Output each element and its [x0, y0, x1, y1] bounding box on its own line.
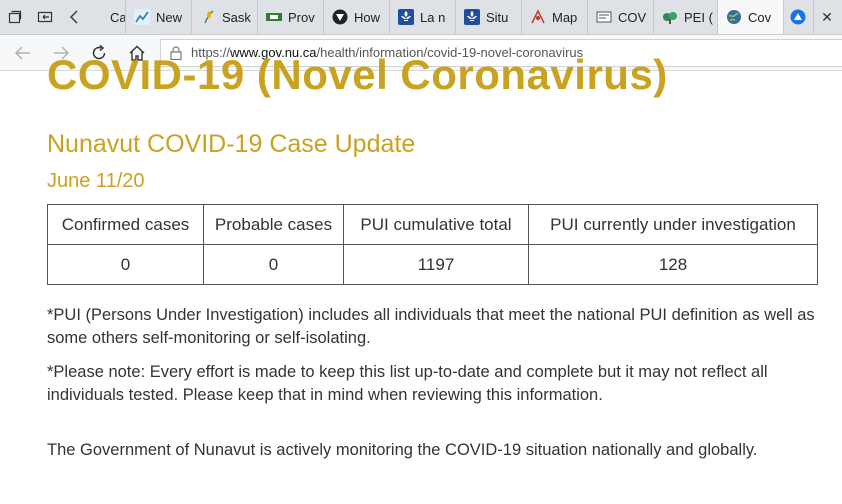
close-icon[interactable]: ✕ [814, 0, 840, 34]
tab-label: COV [618, 9, 647, 25]
page-title: COVID-19 (Novel Coronavirus) [47, 51, 668, 98]
chart-icon [134, 9, 150, 25]
globe-icon [726, 9, 742, 25]
column-header: PUI cumulative total [343, 204, 529, 245]
table-cell: 1197 [343, 244, 529, 285]
update-date: June 11/20 [47, 170, 145, 192]
tab-label: How [354, 9, 381, 25]
tab-actions-icon[interactable] [0, 0, 30, 34]
tab-label: Sask [222, 9, 251, 25]
browser-tab[interactable]: Cov [718, 0, 784, 34]
browser-tab[interactable]: Sask [192, 0, 258, 34]
table-row: 0 0 1197 128 [47, 244, 818, 285]
browser-tab[interactable]: PEI ( [654, 0, 718, 34]
table-cell: 0 [47, 244, 204, 285]
nunavut-logo-icon [790, 9, 806, 25]
flag-icon [266, 9, 282, 25]
case-table: Confirmed cases Probable cases PUI cumul… [47, 204, 818, 285]
tab-strip: Case New Sask Prov How La n Situ Map COV… [0, 0, 842, 35]
tab-label: Map [552, 9, 578, 25]
tab-label: New [156, 9, 183, 25]
wheat-icon [200, 9, 216, 25]
fleur-de-lis-icon [398, 9, 414, 25]
browser-tab[interactable]: Situ [456, 0, 522, 34]
monitoring-note: The Government of Nunavut is actively mo… [47, 441, 758, 459]
column-header: Confirmed cases [47, 204, 204, 245]
table-cell: 128 [528, 244, 818, 285]
map-icon [530, 9, 546, 25]
tab-label: Situ [486, 9, 509, 25]
table-cell: 0 [203, 244, 344, 285]
table-header-row: Confirmed cases Probable cases PUI cumul… [47, 204, 818, 245]
fleur-de-lis-icon [464, 9, 480, 25]
back-button[interactable] [4, 37, 42, 69]
browser-tab[interactable] [784, 0, 814, 34]
disclaimer-note: *Please note: Every effort is made to ke… [47, 363, 768, 404]
tab-label: Cov [748, 9, 772, 25]
scroll-tabs-left-icon[interactable] [60, 0, 88, 34]
browser-tab[interactable]: How [324, 0, 390, 34]
tab-label: Case [110, 9, 126, 25]
back-arrow-icon [14, 45, 30, 60]
pui-definition-note: *PUI (Persons Under Investigation) inclu… [47, 306, 815, 347]
browser-tab[interactable]: Map [522, 0, 588, 34]
tab-label: La n [420, 9, 446, 25]
browser-tab[interactable]: La n [390, 0, 456, 34]
set-tabs-aside-icon[interactable] [30, 0, 60, 34]
tree-icon [662, 9, 678, 25]
case-update-heading: Nunavut COVID-19 Case Update [47, 130, 416, 158]
document-icon [596, 9, 612, 25]
shield-icon [332, 9, 348, 25]
browser-tab[interactable]: New [126, 0, 192, 34]
column-header: Probable cases [203, 204, 344, 245]
tab-label: Prov [288, 9, 315, 25]
browser-tab[interactable]: COV [588, 0, 654, 34]
browser-tab[interactable]: Prov [258, 0, 324, 34]
column-header: PUI currently under investigation [528, 204, 818, 245]
tab-label: PEI ( [684, 9, 713, 25]
browser-tab[interactable]: Case [88, 0, 126, 34]
